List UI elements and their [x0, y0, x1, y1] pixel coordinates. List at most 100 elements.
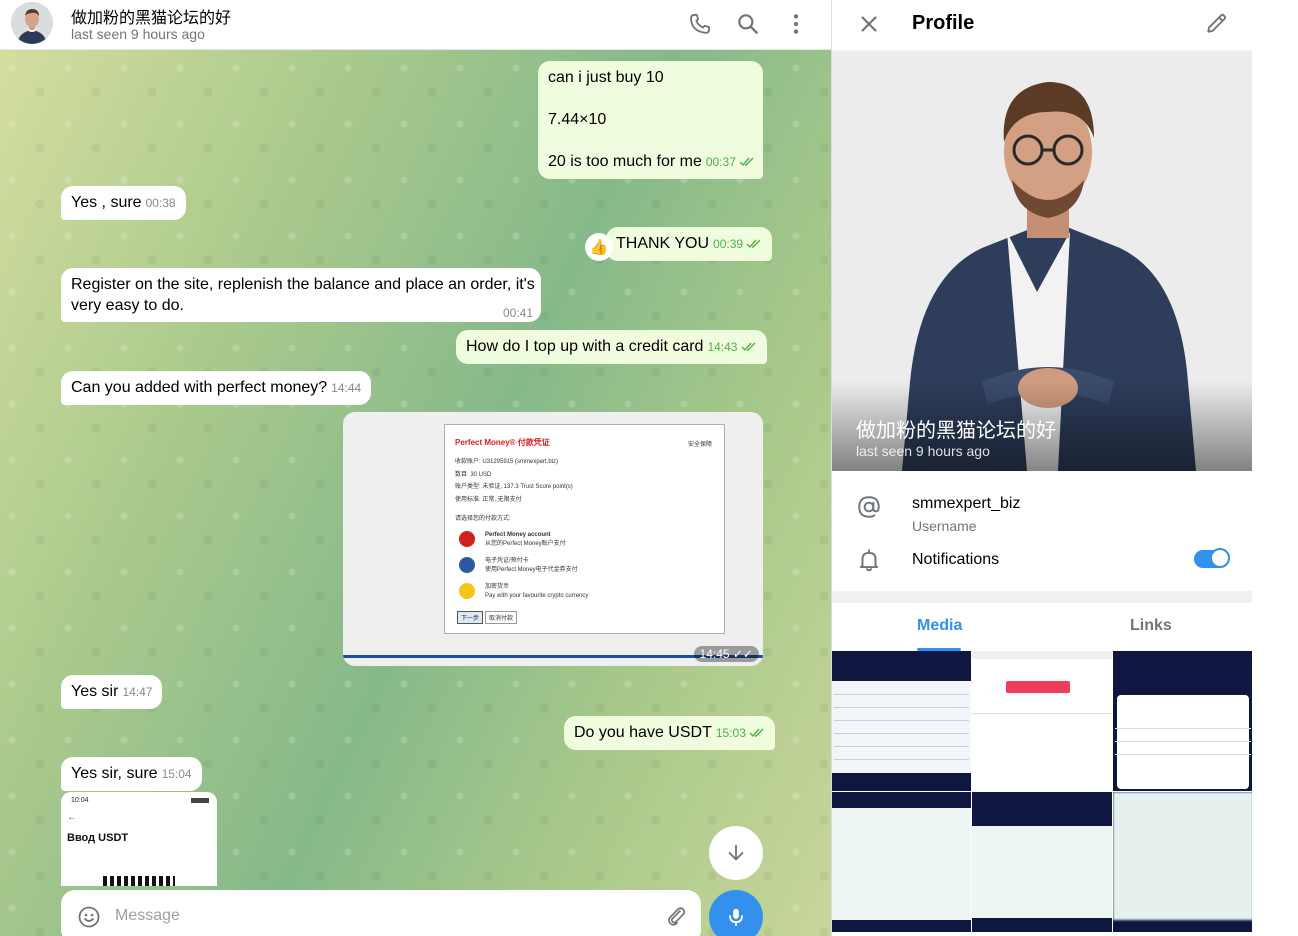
profile-info: smmexpert_biz Username Notifications [832, 471, 1252, 591]
pm-brand: Perfect Money® 付款凭证 [455, 438, 550, 447]
pm-field: 数目: 30 USD [455, 471, 492, 478]
message-incoming[interactable]: Yes sir 14:47 [61, 675, 163, 709]
phone-status-icons [191, 798, 209, 803]
pm-option-sub: 从您的Perfect Money账户支付 [485, 541, 566, 547]
media-thumbnail[interactable] [1113, 792, 1252, 932]
avatar[interactable] [11, 2, 53, 44]
reaction-thumbs-up[interactable]: 👍 [585, 233, 613, 261]
shared-media: Media Links [832, 603, 1252, 936]
message-text: Can you added with perfect money? [71, 379, 328, 396]
message-text: Yes sir [71, 683, 119, 700]
pm-field: 收款账户: U31295915 (smmexpert.biz) [455, 459, 559, 465]
message-time: 00:41 [502, 306, 533, 320]
pm-option-sub: Pay with your favourite crypto currency [485, 593, 589, 599]
message-text: Yes , sure [71, 194, 142, 211]
message-text: Yes sir, sure [71, 765, 158, 782]
qr-code [103, 876, 175, 886]
chat-header[interactable]: 做加粉的黑猫论坛的好 last seen 9 hours ago [0, 0, 831, 50]
message-time: 14:47 [122, 685, 153, 699]
message-composer [61, 890, 701, 936]
pm-option-title: 电子凭证/预付卡 [485, 558, 529, 564]
emoji-icon[interactable] [77, 905, 101, 929]
back-arrow-icon: ← [67, 812, 77, 823]
double-check-icon [746, 239, 761, 249]
message-photo[interactable]: 10:04 ← Ввод USDT [61, 792, 217, 886]
message-time: 00:38 [145, 196, 176, 210]
media-thumbnail[interactable] [832, 792, 971, 932]
message-time: 15:03 [715, 726, 746, 740]
message-text: THANK YOU [616, 235, 710, 252]
message-input[interactable] [115, 902, 655, 930]
close-icon[interactable] [856, 11, 882, 37]
message-incoming[interactable]: Can you added with perfect money? 14:44 [61, 371, 372, 405]
message-incoming[interactable]: Register on the site, replenish the bala… [61, 268, 541, 322]
more-vertical-icon[interactable] [783, 11, 809, 37]
username-row[interactable]: smmexpert_biz Username [832, 479, 1252, 539]
message-time: 14:43 [707, 340, 738, 354]
profile-photo[interactable]: 做加粉的黑猫论坛的好 last seen 9 hours ago [832, 52, 1252, 471]
chat-last-seen: last seen 9 hours ago [71, 26, 205, 42]
media-grid [832, 651, 1252, 936]
pm-option-sub: 使用Perfect Money电子代金券支付 [485, 567, 578, 573]
message-time: 00:37 [705, 155, 736, 169]
double-check-icon [739, 157, 754, 167]
double-check-icon [749, 728, 764, 738]
chat-title[interactable]: 做加粉的黑猫论坛的好 [71, 4, 231, 28]
tab-links[interactable]: Links [1130, 617, 1172, 635]
notifications-toggle[interactable] [1194, 548, 1230, 568]
crypto-coin-icon [459, 583, 475, 599]
message-text [548, 88, 753, 109]
username-caption: Username [912, 518, 977, 534]
message-photo[interactable]: Perfect Money® 付款凭证 安全保障 收款账户: U31295915… [343, 412, 763, 666]
profile-name: 做加粉的黑猫论坛的好 [856, 420, 1056, 442]
media-thumbnail[interactable] [972, 792, 1112, 932]
message-time: 00:39 [713, 237, 744, 251]
pm-lock-label: 安全保障 [687, 442, 712, 448]
media-thumbnail[interactable] [832, 651, 971, 791]
microphone-icon [729, 908, 743, 927]
search-icon[interactable] [735, 11, 761, 37]
message-outgoing[interactable]: can i just buy 10 7.44×10 20 is too much… [538, 61, 763, 179]
pencil-icon[interactable] [1204, 10, 1230, 36]
message-text [548, 130, 753, 151]
pm-next-button: 下一步 [457, 611, 484, 624]
voice-message-button[interactable] [709, 890, 763, 936]
pm-option-title: 加密货币 [485, 584, 510, 590]
message-outgoing[interactable]: THANK YOU 00:39 [606, 227, 773, 261]
message-text: 20 is too much for me [548, 153, 702, 170]
toggle-knob [1210, 548, 1230, 568]
media-thumbnail[interactable] [1113, 651, 1252, 791]
voucher-icon [459, 557, 475, 573]
message-text: Register on the site, replenish the bala… [71, 276, 535, 293]
bell-icon [859, 549, 879, 572]
message-outgoing[interactable]: How do I top up with a credit card 14:43 [456, 330, 767, 364]
message-text: How do I top up with a credit card [466, 338, 704, 355]
message-time: 15:04 [161, 767, 192, 781]
paperclip-icon[interactable] [664, 904, 688, 928]
username-value: smmexpert_biz [912, 495, 1021, 512]
phone-icon[interactable] [687, 11, 713, 37]
pm-option-title: Perfect Money account [485, 532, 551, 538]
telegram-app: 做加粉的黑猫论坛的好 last seen 9 hours ago can i j… [0, 0, 1298, 936]
message-text: Do you have USDT [574, 724, 712, 741]
pm-cancel-button: 取消付款 [485, 611, 518, 624]
message-incoming[interactable]: Yes sir, sure 15:04 [61, 757, 202, 791]
message-incoming[interactable]: Yes , sure 00:38 [61, 186, 186, 220]
tab-media[interactable]: Media [917, 617, 962, 635]
pm-field: 账户类型: 未验证, 137.3 Trust Score point(s) [455, 484, 573, 490]
message-text: 7.44×10 [548, 111, 607, 128]
media-thumbnail[interactable] [972, 651, 1112, 791]
message-text: can i just buy 10 [548, 69, 664, 86]
profile-panel: Profile 做加粉的黑猫论坛的好 last seen 9 hours ago [831, 0, 1252, 936]
notifications-row[interactable]: Notifications [832, 539, 1252, 583]
at-icon [858, 496, 880, 518]
profile-header: Profile [832, 0, 1252, 50]
scroll-down-button[interactable] [709, 826, 763, 880]
usdt-title: Ввод USDT [67, 832, 129, 844]
pm-field: 使用标准: 正常, 无限支付 [455, 496, 522, 503]
message-time: 14:44 [331, 381, 362, 395]
message-outgoing[interactable]: Do you have USDT 15:03 [564, 716, 776, 750]
notifications-label: Notifications [912, 551, 1000, 568]
message-text: very easy to do. [71, 297, 184, 314]
profile-title: Profile [912, 12, 975, 34]
